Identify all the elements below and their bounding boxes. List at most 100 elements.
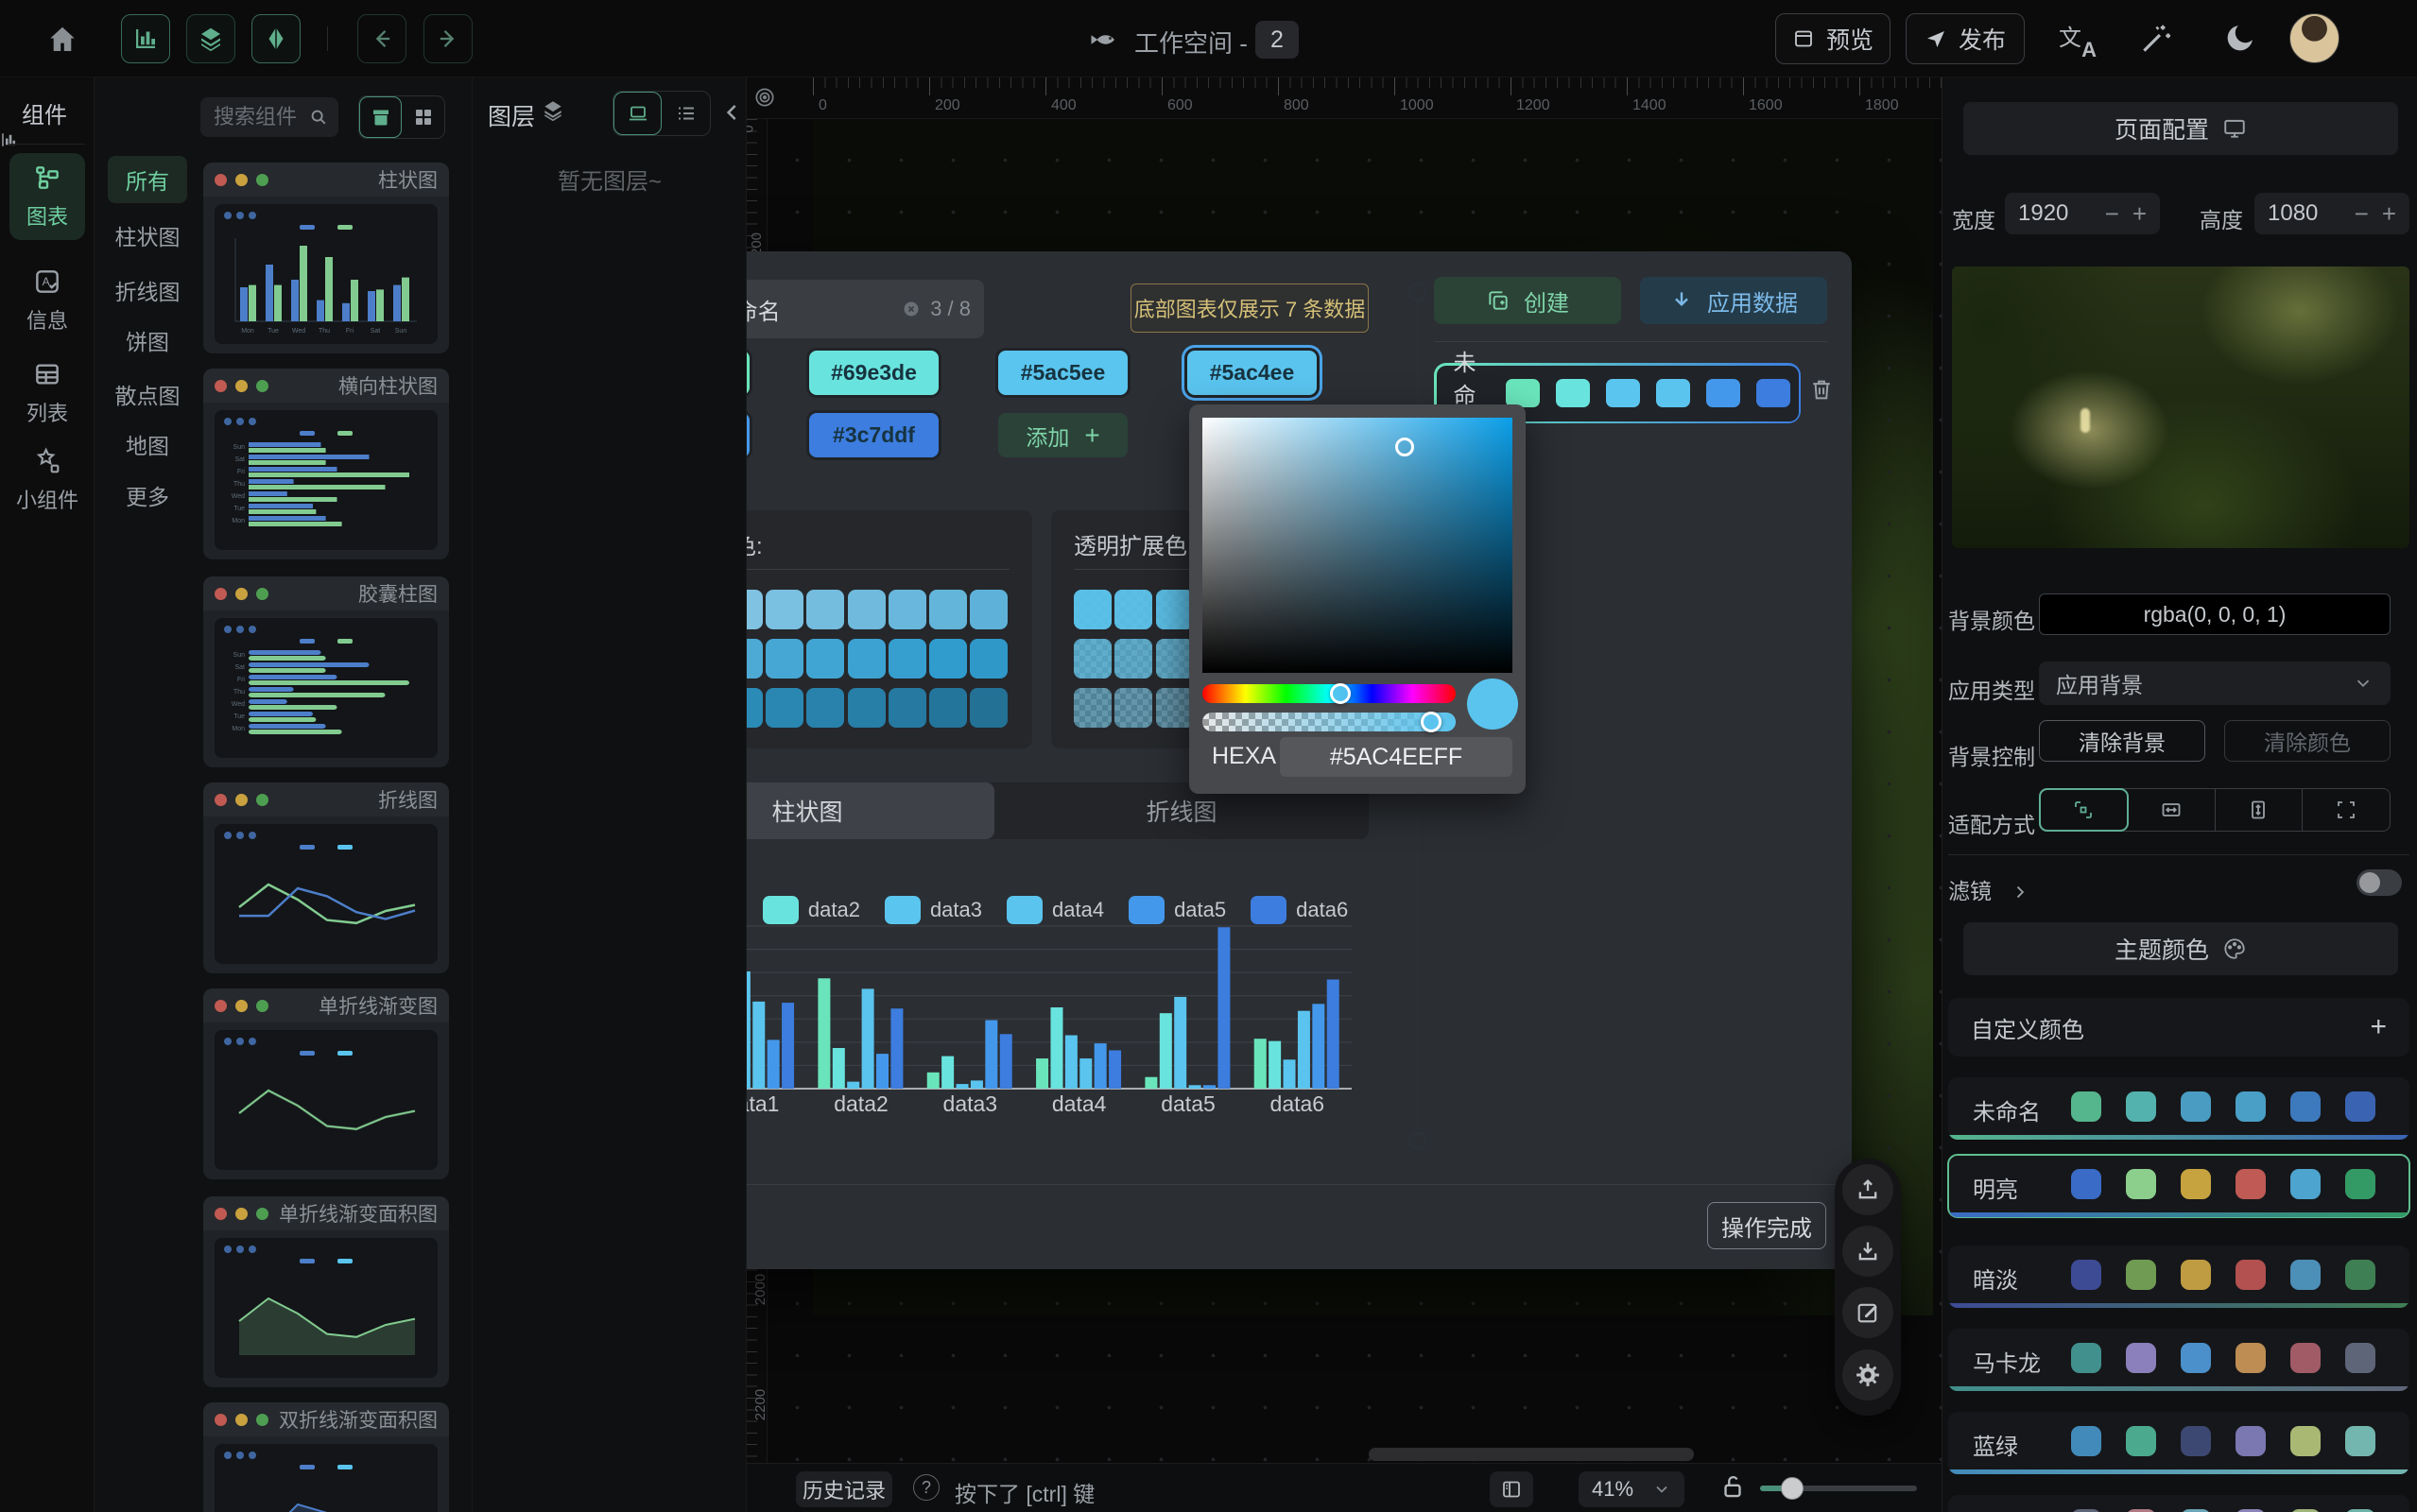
help-icon[interactable]: ? (913, 1474, 940, 1501)
theme-row-蓝绿[interactable]: 蓝绿 (1948, 1412, 2409, 1474)
layers-tool-button[interactable] (186, 14, 235, 63)
plus-icon[interactable]: + (2382, 199, 2396, 229)
undo-button[interactable] (357, 14, 406, 63)
color-chip[interactable]: #3c7ddf (809, 413, 939, 457)
unlock-icon[interactable] (1718, 1472, 1747, 1501)
prism-tool-button[interactable] (251, 14, 301, 63)
color-chip[interactable]: #69e3de (809, 351, 939, 395)
settings-button[interactable] (1842, 1349, 1893, 1400)
transparent-extension-swatch[interactable] (1114, 590, 1152, 629)
add-color-button[interactable]: 添加 + (998, 413, 1128, 457)
theme-row-马卡龙[interactable]: 马卡龙 (1948, 1329, 2409, 1391)
app-type-select[interactable]: 应用背景 (2039, 662, 2391, 705)
component-card[interactable]: 胶囊柱图SunSatFriThuWedTueMon (203, 576, 449, 767)
fit-width-button[interactable] (2128, 789, 2216, 831)
zoom-select[interactable]: 41% (1579, 1471, 1684, 1507)
fit-auto-button[interactable] (2040, 789, 2128, 831)
component-card[interactable]: 折线图 (203, 782, 449, 973)
category-4[interactable]: 饼图 (108, 324, 187, 356)
edit-button[interactable] (1842, 1287, 1893, 1338)
transparent-extension-swatch[interactable] (1114, 688, 1152, 728)
grid-view-button[interactable] (402, 96, 444, 138)
origin-eye-icon[interactable] (752, 85, 777, 110)
home-button[interactable] (45, 23, 79, 57)
plus-icon[interactable]: + (2132, 199, 2147, 229)
search-input[interactable] (214, 105, 308, 129)
extension-swatch[interactable] (929, 590, 967, 629)
component-card[interactable]: 单折线渐变面积图 (203, 1196, 449, 1387)
clear-icon[interactable] (902, 300, 921, 318)
category-7[interactable]: 更多 (108, 479, 187, 511)
dark-mode-button[interactable] (2223, 21, 2257, 55)
clear-bg-button[interactable]: 清除背景 (2039, 720, 2205, 762)
fit-height-button[interactable] (2216, 789, 2304, 831)
transparent-extension-swatch[interactable] (1074, 639, 1112, 679)
width-stepper[interactable]: 1920 −+ (2005, 193, 2160, 234)
height-stepper[interactable]: 1080 −+ (2254, 193, 2409, 234)
export-button[interactable] (1842, 1164, 1893, 1215)
custom-color-card[interactable]: 自定义颜色 + (1948, 998, 2409, 1057)
fit-stretch-button[interactable] (2303, 789, 2390, 831)
hue-handle[interactable] (1330, 683, 1351, 704)
component-card[interactable]: 单折线渐变图 (203, 988, 449, 1179)
zoom-slider-handle[interactable] (1781, 1477, 1804, 1500)
theme-row-partial[interactable] (1948, 1495, 2409, 1512)
extension-swatch[interactable] (848, 639, 886, 679)
transparent-extension-swatch[interactable] (1074, 590, 1112, 629)
preview-button[interactable]: 预览 (1775, 13, 1890, 64)
extension-swatch[interactable] (806, 688, 844, 728)
color-chip[interactable]: #5ac5ee (998, 351, 1128, 395)
apply-data-button[interactable]: 应用数据 (1640, 277, 1827, 324)
done-button[interactable]: 操作完成 (1707, 1202, 1826, 1249)
extension-swatch[interactable] (929, 639, 967, 679)
extension-swatch[interactable] (970, 688, 1008, 728)
extension-swatch[interactable] (929, 688, 967, 728)
minus-icon[interactable]: − (2105, 199, 2119, 229)
extension-swatch[interactable] (848, 688, 886, 728)
history-button[interactable]: 历史记录 (796, 1471, 892, 1507)
search-box[interactable] (200, 97, 338, 137)
sidebar-item-charts[interactable]: 图表 (9, 153, 85, 240)
list-view-button[interactable] (662, 92, 710, 135)
zoom-slider-track[interactable] (1760, 1486, 1917, 1491)
sidebar-item-widgets[interactable]: 小组件 (9, 437, 85, 524)
horizontal-scrollbar[interactable] (1369, 1448, 1694, 1461)
magic-wand-button[interactable] (2138, 21, 2174, 57)
category-5[interactable]: 散点图 (108, 378, 187, 410)
screen-view-button[interactable] (613, 92, 662, 135)
clear-color-button[interactable]: 清除颜色 (2224, 720, 2391, 762)
extension-swatch[interactable] (766, 590, 803, 629)
extension-swatch[interactable] (889, 590, 926, 629)
background-image-preview[interactable] (1952, 266, 2409, 548)
extension-swatch[interactable] (806, 639, 844, 679)
page-config-header[interactable]: 页面配置 (1963, 102, 2398, 155)
category-6[interactable]: 地图 (108, 428, 187, 460)
theme-row-未命名[interactable]: 未命名 (1948, 1077, 2409, 1140)
chart-tool-button[interactable] (121, 14, 170, 63)
filter-toggle[interactable] (2357, 869, 2402, 896)
hex-input[interactable] (1280, 737, 1512, 777)
category-3[interactable]: 折线图 (108, 274, 187, 306)
transparent-extension-swatch[interactable] (1114, 639, 1152, 679)
import-button[interactable] (1842, 1226, 1893, 1277)
chevron-right-icon[interactable] (2011, 879, 2029, 903)
transparent-extension-swatch[interactable] (1074, 688, 1112, 728)
box-view-button[interactable] (359, 96, 402, 138)
theme-row-明亮[interactable]: 明亮 (1948, 1155, 2409, 1217)
extension-swatch[interactable] (766, 639, 803, 679)
extension-swatch[interactable] (970, 639, 1008, 679)
sidebar-item-info[interactable]: A 信息 (9, 257, 85, 344)
avatar[interactable] (2289, 13, 2339, 63)
saturation-handle[interactable] (1395, 438, 1414, 456)
bg-color-swatch[interactable]: rgba(0, 0, 0, 1) (2039, 593, 2391, 635)
hue-slider[interactable] (1202, 684, 1456, 703)
panel-toggle-button[interactable] (1490, 1471, 1533, 1507)
alpha-slider[interactable] (1202, 713, 1456, 731)
redo-button[interactable] (423, 14, 473, 63)
extension-swatch[interactable] (806, 590, 844, 629)
sidebar-item-list[interactable]: 列表 (9, 350, 85, 437)
publish-button[interactable]: 发布 (1906, 13, 2025, 64)
extension-swatch[interactable] (848, 590, 886, 629)
category-2[interactable]: 柱状图 (108, 219, 187, 251)
collapse-panel-button[interactable] (720, 100, 745, 125)
